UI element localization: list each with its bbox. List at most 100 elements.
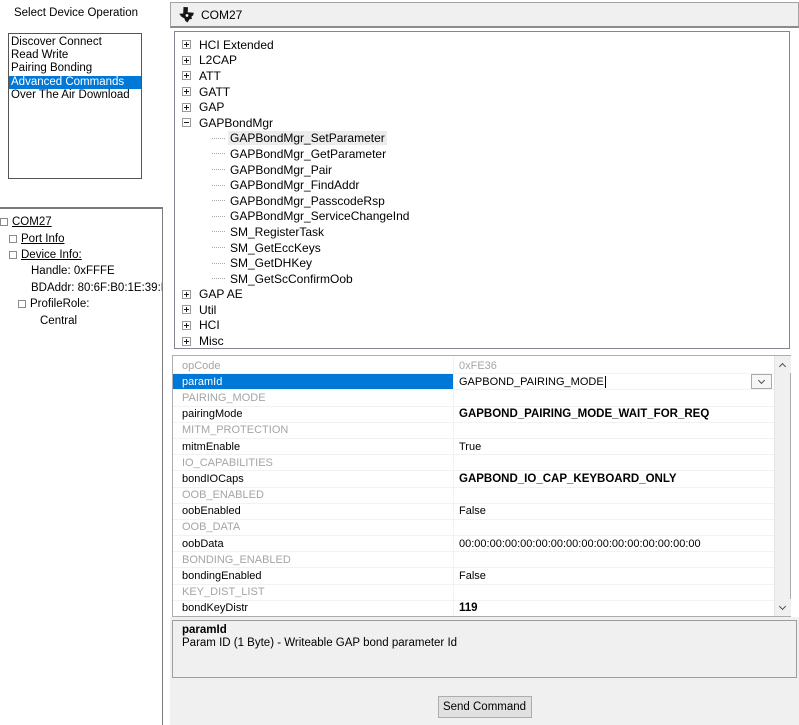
command-tree-node[interactable]: Util	[175, 302, 789, 318]
device-tree-label[interactable]: ProfileRole:	[30, 298, 89, 310]
device-tree-label[interactable]: Handle: 0xFFFE	[31, 265, 115, 277]
property-row-bondIOCaps[interactable]: bondIOCapsGAPBOND_IO_CAP_KEYBOARD_ONLY	[173, 471, 774, 487]
device-tree-node[interactable]: COM27	[0, 214, 162, 230]
device-tree-node[interactable]: ProfileRole:	[0, 296, 162, 312]
expand-plus-icon[interactable]	[182, 337, 191, 346]
property-row-IO_CAPABILITIES[interactable]: IO_CAPABILITIES	[173, 455, 774, 471]
expand-plus-icon[interactable]	[182, 56, 191, 65]
tree-expander-icon[interactable]	[18, 300, 26, 308]
property-value[interactable]: True	[454, 439, 774, 454]
command-tree-node[interactable]: GAPBondMgr_PasscodeRsp	[175, 193, 789, 209]
command-tree-label[interactable]: GAP	[197, 100, 226, 114]
command-tree-node[interactable]: GAP AE	[175, 287, 789, 303]
device-tree-node[interactable]: Device Info:	[0, 247, 162, 263]
command-tree[interactable]: HCI ExtendedL2CAPATTGATTGAPGAPBondMgrGAP…	[174, 31, 790, 349]
expand-plus-icon[interactable]	[182, 305, 191, 314]
property-row-bondKeyDistr[interactable]: bondKeyDistr119	[173, 601, 774, 616]
device-info-tree[interactable]: COM27 Port Info Device Info: Handle: 0xFFFE…	[0, 207, 163, 725]
command-tree-node[interactable]: ATT	[175, 68, 789, 84]
property-value[interactable]: 119	[454, 601, 774, 616]
com-port-tab[interactable]: COM27	[170, 2, 799, 28]
command-tree-label[interactable]: SM_GetEccKeys	[228, 241, 323, 255]
command-tree-label[interactable]: GAPBondMgr_ServiceChangeInd	[228, 209, 411, 223]
property-row-oobData[interactable]: oobData00:00:00:00:00:00:00:00:00:00:00:…	[173, 536, 774, 552]
expand-plus-icon[interactable]	[182, 103, 191, 112]
expand-plus-icon[interactable]	[182, 321, 191, 330]
command-tree-node[interactable]: Misc	[175, 333, 789, 349]
property-row-OOB_ENABLED[interactable]: OOB_ENABLED	[173, 488, 774, 504]
command-tree-node[interactable]: GATT	[175, 84, 789, 100]
device-tree-label[interactable]: Central	[40, 315, 77, 327]
property-row-PAIRING_MODE[interactable]: PAIRING_MODE	[173, 390, 774, 406]
device-tree-label[interactable]: Device Info:	[21, 249, 82, 261]
command-tree-node[interactable]: GAPBondMgr_ServiceChangeInd	[175, 209, 789, 225]
device-tree-node[interactable]: Port Info	[0, 230, 162, 246]
operation-item[interactable]: Read Write	[9, 49, 141, 62]
property-row-KEY_DIST_LIST[interactable]: KEY_DIST_LIST	[173, 585, 774, 601]
command-tree-label[interactable]: GAPBondMgr_PasscodeRsp	[228, 194, 387, 208]
command-tree-node[interactable]: SM_GetEccKeys	[175, 240, 789, 256]
command-tree-label[interactable]: SM_RegisterTask	[228, 225, 326, 239]
property-row-OOB_DATA[interactable]: OOB_DATA	[173, 520, 774, 536]
property-value[interactable]: GAPBOND_PAIRING_MODE_WAIT_FOR_REQ	[454, 407, 774, 422]
operation-item[interactable]: Over The Air Download	[9, 89, 141, 102]
command-tree-label[interactable]: HCI Extended	[197, 38, 276, 52]
tree-expander-icon[interactable]	[0, 218, 8, 226]
property-row-pairingMode[interactable]: pairingModeGAPBOND_PAIRING_MODE_WAIT_FOR…	[173, 407, 774, 423]
command-tree-label[interactable]: GATT	[197, 85, 232, 99]
command-tree-node[interactable]: SM_GetDHKey	[175, 255, 789, 271]
collapse-minus-icon[interactable]	[182, 118, 191, 127]
property-value[interactable]: False	[454, 568, 774, 583]
send-command-button[interactable]: Send Command	[438, 696, 532, 718]
property-value[interactable]: GAPBOND_IO_CAP_KEYBOARD_ONLY	[454, 471, 774, 486]
command-tree-label[interactable]: GAPBondMgr_Pair	[228, 163, 334, 177]
property-row-oobEnabled[interactable]: oobEnabledFalse	[173, 504, 774, 520]
property-row-BONDING_ENABLED[interactable]: BONDING_ENABLED	[173, 552, 774, 568]
scroll-down-button[interactable]	[775, 599, 791, 616]
command-tree-node[interactable]: GAP	[175, 99, 789, 115]
command-tree-label[interactable]: GAPBondMgr_SetParameter	[228, 131, 387, 145]
expand-plus-icon[interactable]	[182, 71, 191, 80]
device-tree-node[interactable]: Handle: 0xFFFE	[0, 263, 162, 279]
device-operation-list[interactable]: Discover ConnectRead WritePairing Bondin…	[8, 33, 142, 179]
dropdown-button[interactable]	[751, 374, 772, 389]
property-grid[interactable]: opCode0xFE36paramIdGAPBOND_PAIRING_MODEP…	[172, 355, 791, 617]
scroll-up-button[interactable]	[775, 356, 791, 373]
command-tree-node[interactable]: L2CAP	[175, 53, 789, 69]
expand-plus-icon[interactable]	[182, 290, 191, 299]
command-tree-label[interactable]: GAPBondMgr_GetParameter	[228, 147, 388, 161]
property-value[interactable]: 00:00:00:00:00:00:00:00:00:00:00:00:00:0…	[454, 536, 774, 551]
command-tree-label[interactable]: L2CAP	[197, 53, 239, 67]
command-tree-label[interactable]: Util	[197, 303, 218, 317]
device-tree-label[interactable]: Port Info	[21, 233, 64, 245]
operation-item[interactable]: Discover Connect	[9, 36, 141, 49]
command-tree-node[interactable]: GAPBondMgr_Pair	[175, 162, 789, 178]
command-tree-label[interactable]: ATT	[197, 69, 223, 83]
command-tree-label[interactable]: GAPBondMgr_FindAddr	[228, 178, 361, 192]
command-tree-node[interactable]: GAPBondMgr_FindAddr	[175, 177, 789, 193]
command-tree-node[interactable]: HCI	[175, 318, 789, 334]
command-tree-label[interactable]: SM_GetDHKey	[228, 256, 314, 270]
command-tree-label[interactable]: SM_GetScConfirmOob	[228, 272, 355, 286]
command-tree-label[interactable]: HCI	[197, 318, 222, 332]
command-tree-node[interactable]: GAPBondMgr_GetParameter	[175, 146, 789, 162]
property-grid-scrollbar[interactable]	[774, 356, 790, 616]
command-tree-label[interactable]: Misc	[197, 334, 226, 348]
tree-expander-icon[interactable]	[9, 251, 17, 259]
command-tree-label[interactable]: GAPBondMgr	[197, 116, 275, 130]
property-row-opCode[interactable]: opCode0xFE36	[173, 358, 774, 374]
command-tree-node[interactable]: HCI Extended	[175, 37, 789, 53]
expand-plus-icon[interactable]	[182, 87, 191, 96]
command-tree-node[interactable]: SM_RegisterTask	[175, 224, 789, 240]
property-row-paramId[interactable]: paramIdGAPBOND_PAIRING_MODE	[173, 374, 774, 390]
device-tree-node[interactable]: BDAddr: 80:6F:B0:1E:39:FE	[0, 280, 162, 296]
property-value[interactable]: GAPBOND_PAIRING_MODE	[454, 374, 774, 389]
device-tree-node[interactable]: Central	[0, 312, 162, 328]
property-row-MITM_PROTECTION[interactable]: MITM_PROTECTION	[173, 423, 774, 439]
command-tree-node[interactable]: GAPBondMgr	[175, 115, 789, 131]
property-row-bondingEnabled[interactable]: bondingEnabledFalse	[173, 568, 774, 584]
command-tree-node[interactable]: GAPBondMgr_SetParameter	[175, 131, 789, 147]
operation-item[interactable]: Advanced Commands	[9, 76, 141, 89]
property-value[interactable]: False	[454, 504, 774, 519]
command-tree-label[interactable]: GAP AE	[197, 287, 245, 301]
